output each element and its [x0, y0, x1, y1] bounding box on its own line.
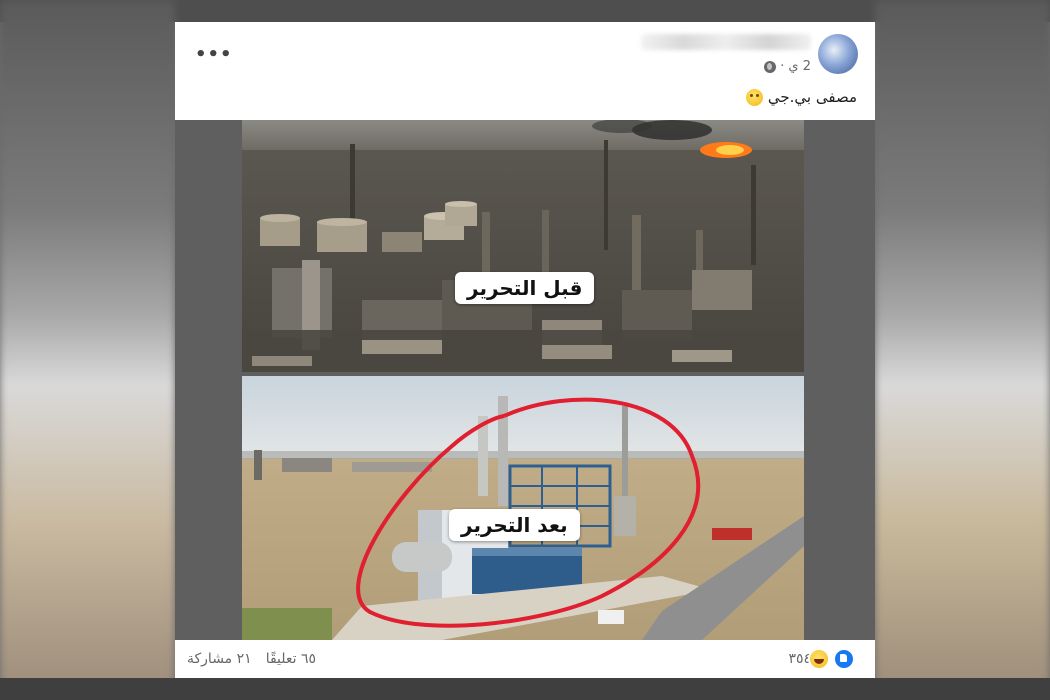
caption-text: مصفى بي.جي	[767, 88, 857, 106]
post-meta: 2 ي ·	[764, 59, 811, 74]
refinery-before-illustration	[242, 120, 804, 372]
backdrop-left	[0, 0, 175, 700]
more-options-icon[interactable]: •••	[195, 44, 233, 65]
like-icon	[833, 648, 855, 670]
post-caption: مصفى بي.جي	[745, 88, 857, 106]
backdrop-bottom	[0, 678, 1050, 700]
before-photo[interactable]: قبل التحرير	[242, 120, 804, 372]
before-label: قبل التحرير	[455, 272, 595, 304]
post-image: قبل التحرير بعد التحرير	[175, 120, 875, 640]
shares-count[interactable]: ٢١ مشاركة	[187, 651, 252, 667]
post-time[interactable]: 2 ي	[788, 59, 811, 74]
facebook-post: ••• 2 ي · مصفى بي.جي قبل التحرير بعد الت…	[175, 22, 875, 678]
post-stats: ٦٥ تعليقًا ٢١ مشاركة	[187, 651, 316, 667]
thinking-face-icon	[745, 88, 763, 106]
meta-separator: ·	[780, 59, 785, 74]
after-label: بعد التحرير	[449, 509, 580, 541]
author-name-blurred[interactable]	[641, 34, 811, 50]
backdrop-right	[875, 0, 1050, 700]
refinery-after-illustration	[242, 376, 804, 640]
post-header: ••• 2 ي · مصفى بي.جي	[175, 22, 875, 120]
avatar[interactable]	[818, 34, 858, 74]
after-photo[interactable]: بعد التحرير	[242, 376, 804, 640]
comments-count[interactable]: ٦٥ تعليقًا	[266, 651, 316, 667]
globe-icon	[764, 60, 777, 73]
reactions[interactable]: ٣٥٤	[788, 648, 855, 670]
haha-icon	[808, 648, 830, 670]
post-footer: ٦٥ تعليقًا ٢١ مشاركة ٣٥٤	[175, 640, 875, 678]
